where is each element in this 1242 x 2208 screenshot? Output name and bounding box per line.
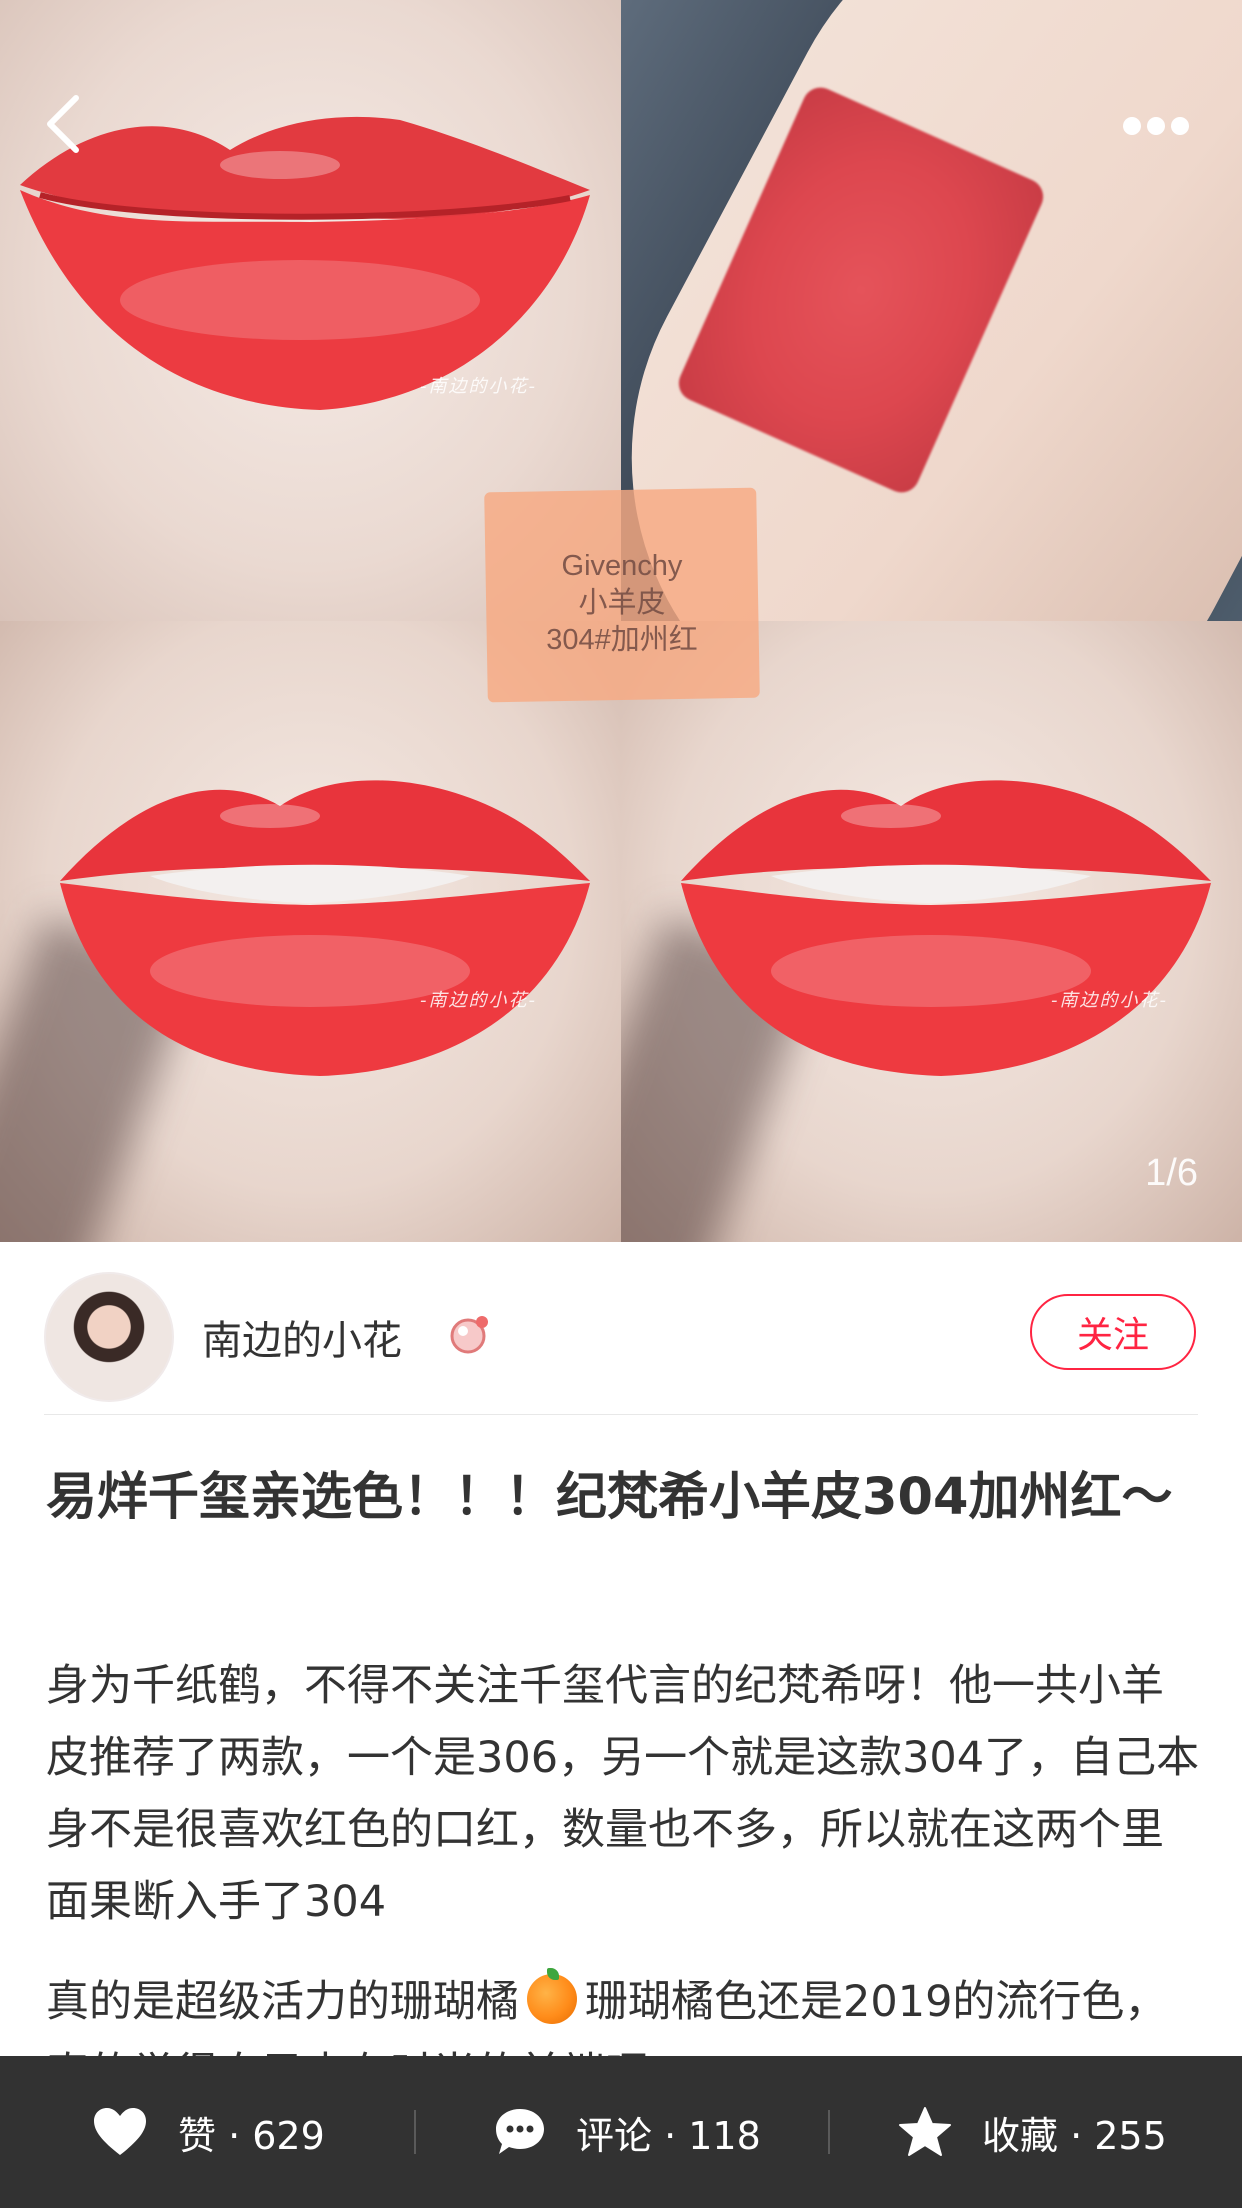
follow-button[interactable]: 关注 (1030, 1294, 1196, 1370)
label-line3: 304#加州红 (546, 624, 698, 656)
heart-icon (94, 2108, 146, 2155)
star-icon (899, 2107, 951, 2156)
orange-emoji-icon (527, 1968, 577, 2024)
chevron-left-icon (47, 95, 79, 153)
collect-label: 收藏 · 255 (982, 2113, 1167, 2158)
bottom-action-bar: 赞 · 629 评论 · 118 收藏 · 255 (0, 2056, 1242, 2208)
like-button[interactable]: 赞 · 629 (92, 2056, 325, 2208)
more-dots-icon (1123, 117, 1189, 135)
author-name[interactable]: 南边的小花 (202, 1308, 402, 1366)
separator (828, 2110, 830, 2154)
watermark-text: -南边的小花- (420, 990, 537, 1011)
post-image-carousel[interactable]: -南边的小花- -南边的小花- -南边的小花- Givenchy 小羊皮 304… (0, 0, 1242, 1242)
photo-lips-open-left: -南边的小花- (0, 621, 621, 1242)
comment-label: 评论 · 118 (576, 2113, 761, 2158)
collect-button[interactable]: 收藏 · 255 (898, 2056, 1167, 2208)
comment-button[interactable]: 评论 · 118 (494, 2056, 761, 2208)
comment-bubble-icon (496, 2109, 544, 2154)
paragraph-2-part-a: 真的是超级活力的珊瑚橘 (46, 1977, 519, 2027)
back-button[interactable] (40, 92, 88, 156)
page-indicator: 1/6 (1145, 1152, 1198, 1194)
author-row: 南边的小花 关注 (0, 1242, 1242, 1414)
post-title: 易烊千玺亲选色！！！纪梵希小羊皮304加州红～ (46, 1468, 1173, 1527)
avatar[interactable] (44, 1272, 174, 1402)
label-brand: Givenchy (561, 550, 683, 582)
divider (44, 1414, 1198, 1415)
watermark-text: -南边的小花- (1051, 990, 1168, 1011)
product-label-text: Givenchy 小羊皮 304#加州红 (486, 548, 758, 659)
more-button[interactable] (1120, 110, 1192, 142)
level-badge-icon (450, 1316, 488, 1354)
separator (414, 2110, 416, 2154)
watermark-text: -南边的小花- (420, 376, 537, 397)
label-line2: 小羊皮 (578, 587, 666, 619)
post-paragraph-1: 身为千纸鹤，不得不关注千玺代言的纪梵希呀！他一共小羊皮推荐了两款，一个是306，… (46, 1661, 1200, 1927)
like-label: 赞 · 629 (178, 2113, 325, 2158)
photo-lips-open-right: -南边的小花- (621, 621, 1242, 1242)
